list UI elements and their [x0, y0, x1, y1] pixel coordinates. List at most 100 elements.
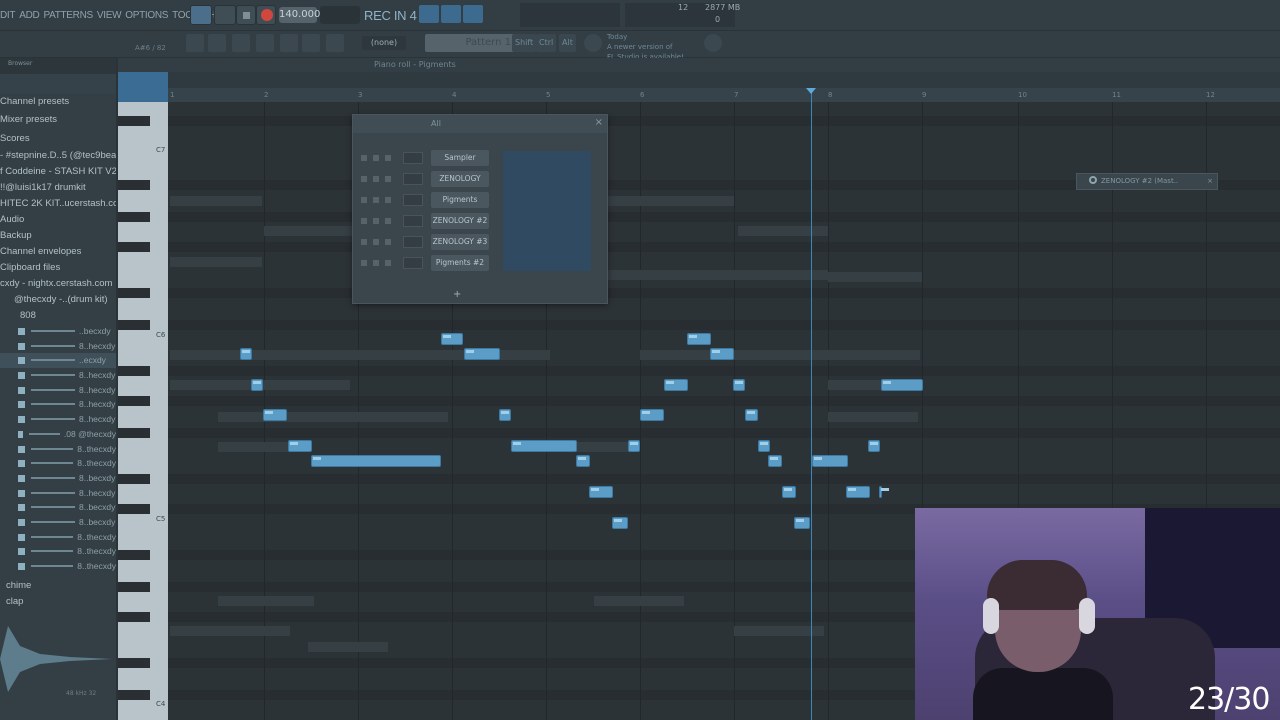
browser-item[interactable]: HITEC 2K KIT..ucerstash.com	[0, 196, 116, 212]
menu-options[interactable]: OPTIONS	[125, 10, 168, 21]
metronome-button[interactable]	[419, 5, 439, 23]
browser-folder-clap[interactable]: clap	[0, 594, 116, 610]
channel-row[interactable]: Pigments #2	[359, 254, 494, 272]
browser-file[interactable]: 8..becxdy	[0, 471, 116, 486]
black-key[interactable]	[118, 550, 150, 560]
piano-roll-corner[interactable]	[118, 72, 168, 102]
channel-mixer-slot[interactable]	[403, 257, 423, 269]
browser-icon[interactable]	[256, 34, 274, 52]
note[interactable]	[240, 348, 252, 360]
browser-item[interactable]: cxdy - nightx.cerstash.com	[0, 276, 116, 292]
playhead-marker[interactable]	[806, 88, 816, 94]
note[interactable]	[733, 379, 745, 391]
browser-file[interactable]: 8..thecxdy	[0, 456, 116, 471]
microphone-icon[interactable]	[326, 34, 344, 52]
playhead[interactable]	[811, 88, 812, 720]
note[interactable]	[687, 333, 711, 345]
browser-item[interactable]: Clipboard files	[0, 260, 116, 276]
loop-record-button[interactable]	[463, 5, 483, 23]
tempo-display[interactable]: 140.000	[279, 7, 320, 23]
browser-file[interactable]: 8..hecxdy	[0, 412, 116, 427]
note[interactable]	[576, 455, 590, 467]
browser-item[interactable]: !!@luisi1k17 drumkit	[0, 180, 116, 196]
stop-button[interactable]	[236, 5, 256, 25]
browser-item[interactable]: Audio	[0, 212, 116, 228]
browser-folder-chime[interactable]: chime	[0, 578, 116, 594]
browser-item[interactable]: Channel presets	[0, 94, 116, 110]
browser-item[interactable]: Channel envelopes	[0, 244, 116, 260]
channel-mixer-slot[interactable]	[403, 194, 423, 206]
note[interactable]	[441, 333, 463, 345]
note[interactable]	[745, 409, 758, 421]
black-key[interactable]	[118, 504, 150, 514]
channel-name-button[interactable]: ZENOLOGY #2	[431, 213, 489, 229]
ctrl-key[interactable]: Ctrl	[536, 34, 557, 52]
channel-row[interactable]: ZENOLOGY #3	[359, 233, 494, 251]
note[interactable]	[879, 486, 889, 498]
channel-leds[interactable]	[361, 176, 391, 182]
record-button[interactable]	[256, 5, 276, 25]
pause-button[interactable]	[214, 5, 236, 25]
browser-file[interactable]: 8..thecxdy	[0, 559, 116, 574]
pattern-name[interactable]: Pattern 1	[425, 34, 515, 52]
black-key[interactable]	[118, 180, 150, 190]
channel-name-button[interactable]: ZENOLOGY #3	[431, 234, 489, 250]
note[interactable]	[263, 409, 287, 421]
browser-file[interactable]: 8..thecxdy	[0, 544, 116, 559]
black-key[interactable]	[118, 428, 150, 438]
browser-item[interactable]: Backup	[0, 228, 116, 244]
browser-file[interactable]: 8..hecxdy	[0, 368, 116, 383]
browser-item[interactable]: Scores	[0, 129, 116, 148]
alt-key[interactable]: Alt	[559, 34, 576, 52]
note[interactable]	[311, 455, 441, 467]
note[interactable]	[464, 348, 500, 360]
wait-input-button[interactable]	[441, 5, 461, 23]
channel-leds[interactable]	[361, 218, 391, 224]
add-channel-button[interactable]: +	[453, 289, 461, 300]
black-key[interactable]	[118, 582, 150, 592]
settings-icon[interactable]	[704, 34, 722, 52]
piano-keyboard[interactable]: C7 C6 C5 C4	[118, 102, 168, 720]
menu-view[interactable]: VIEW	[97, 10, 122, 21]
timeline-ruler[interactable]: 1 2 3 4 5 6 7 8 9 10 11 12	[168, 88, 1280, 102]
browser-file[interactable]: 8..becxdy	[0, 500, 116, 515]
news-icon[interactable]	[584, 34, 602, 52]
browser-file[interactable]: 8..thecxdy	[0, 442, 116, 457]
snap-icon[interactable]	[186, 34, 204, 52]
shift-key[interactable]: Shift	[512, 34, 537, 52]
note[interactable]	[846, 486, 870, 498]
playlist-icon[interactable]	[208, 34, 226, 52]
black-key[interactable]	[118, 242, 150, 252]
note[interactable]	[612, 517, 628, 529]
plugin-icon[interactable]	[302, 34, 320, 52]
piano-roll-icon[interactable]	[232, 34, 250, 52]
channel-rack-header[interactable]: All ×	[353, 115, 607, 133]
channel-name-button[interactable]: ZENOLOGY	[431, 171, 489, 187]
black-key[interactable]	[118, 288, 150, 298]
plugin-window-minimized[interactable]: ZENOLOGY #2 (Mast.. ×	[1076, 173, 1218, 190]
browser-file[interactable]: 8..hecxdy	[0, 383, 116, 398]
black-key[interactable]	[118, 658, 150, 668]
channel-name-button[interactable]: Pigments	[431, 192, 489, 208]
black-key[interactable]	[118, 320, 150, 330]
browser-file[interactable]: ..becxdy	[0, 324, 116, 339]
channel-leds[interactable]	[361, 239, 391, 245]
browser-item[interactable]: @thecxdy -..(drum kit)	[0, 292, 116, 308]
browser-file[interactable]: 8..hecxdy	[0, 486, 116, 501]
close-icon[interactable]: ×	[1207, 174, 1213, 189]
note[interactable]	[288, 440, 312, 452]
pattern-selector[interactable]: (none)	[362, 36, 406, 50]
note[interactable]	[868, 440, 880, 452]
channel-leds[interactable]	[361, 155, 391, 161]
browser-file[interactable]: 8..thecxdy	[0, 530, 116, 545]
channel-leds[interactable]	[361, 260, 391, 266]
note[interactable]	[628, 440, 640, 452]
channel-leds[interactable]	[361, 197, 391, 203]
black-key[interactable]	[118, 366, 150, 376]
black-key[interactable]	[118, 690, 150, 700]
note[interactable]	[499, 409, 511, 421]
browser-file[interactable]: 8..hecxdy	[0, 339, 116, 354]
browser-file-selected[interactable]: ..ecxdy	[0, 353, 116, 369]
note[interactable]	[251, 379, 263, 391]
channel-row[interactable]: Sampler	[359, 149, 494, 167]
